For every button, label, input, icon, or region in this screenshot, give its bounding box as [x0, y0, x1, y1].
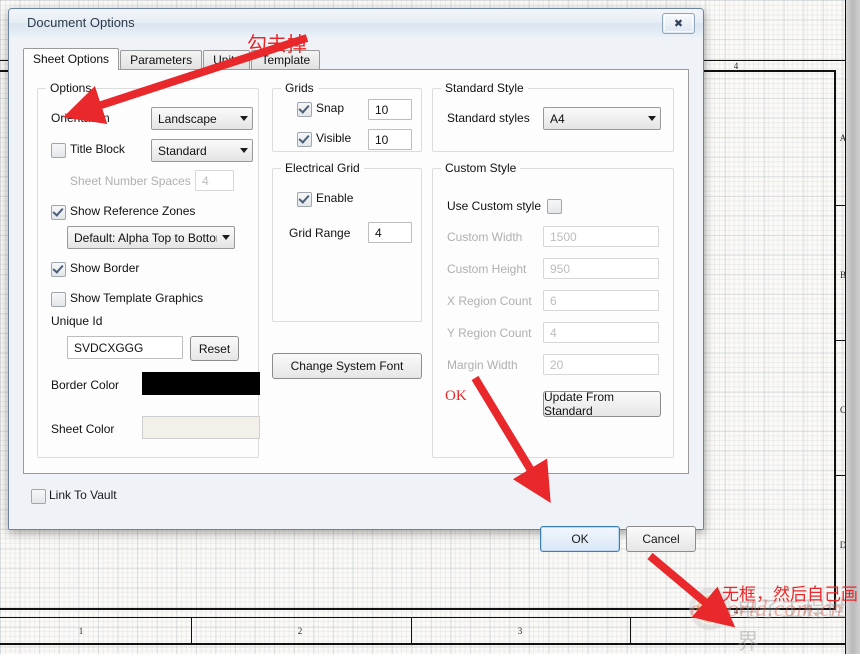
ref-col-label-top: 4: [733, 61, 739, 71]
zone-sep-3: [630, 618, 631, 644]
grid-range-label: Grid Range: [289, 226, 351, 240]
snap-input[interactable]: 10: [368, 99, 412, 120]
link-to-vault-checkbox[interactable]: [31, 489, 46, 504]
page-edge-shadow: [846, 0, 860, 654]
grid-range-input[interactable]: 4: [368, 222, 412, 243]
sheet-number-spaces-label: Sheet Number Spaces: [70, 174, 191, 188]
options-group: Options Orientation Landscape Title Bloc…: [37, 81, 260, 458]
zone-sep-2: [411, 618, 412, 644]
visible-label: Visible: [316, 131, 352, 145]
standard-style-group: Standard Style Standard styles A4: [432, 81, 674, 152]
title-block-combo-value: Standard: [158, 143, 207, 158]
close-icon[interactable]: ✖: [662, 13, 695, 34]
sheet-options-panel: Options Orientation Landscape Title Bloc…: [23, 69, 689, 474]
title-block-checkbox[interactable]: [51, 143, 66, 158]
orientation-label: Orientation: [51, 111, 110, 125]
reference-zone-style-value: Default: Alpha Top to Bottom: [74, 230, 217, 245]
margin-width-label: Margin Width: [447, 358, 518, 372]
use-custom-style-label: Use Custom style: [447, 199, 542, 213]
use-custom-style-checkbox[interactable]: [547, 199, 562, 214]
border-color-label: Border Color: [51, 378, 120, 392]
document-options-dialog: Document Options ✖ Sheet Options Paramet…: [8, 8, 704, 552]
change-system-font-button[interactable]: Change System Font: [272, 353, 422, 379]
title-block-label: Title Block: [70, 142, 125, 156]
dialog-titlebar[interactable]: Document Options ✖: [9, 9, 703, 38]
x-region-count-label: X Region Count: [447, 294, 532, 308]
dialog-title: Document Options: [27, 15, 135, 30]
zone-divider-ab: [834, 205, 846, 206]
margin-width-input[interactable]: 20: [543, 354, 659, 375]
custom-style-group: Custom Style Use Custom style Custom Wid…: [432, 161, 674, 458]
custom-width-label: Custom Width: [447, 230, 523, 244]
update-from-standard-button[interactable]: Update From Standard: [543, 390, 661, 418]
unique-id-input[interactable]: SVDCXGGG: [67, 336, 183, 359]
visible-input[interactable]: 10: [368, 129, 412, 150]
watermark-text: eeworld.com.cn: [690, 596, 843, 621]
reference-zone-style-combo[interactable]: Default: Alpha Top to Bottom: [67, 226, 235, 249]
electrical-grid-group: Electrical Grid Enable Grid Range 4: [272, 161, 422, 322]
standard-styles-combo[interactable]: A4: [543, 107, 661, 130]
sheet-number-spaces-input[interactable]: 4: [195, 170, 234, 191]
show-template-graphics-checkbox[interactable]: [51, 292, 66, 307]
electrical-grid-group-title: Electrical Grid: [281, 161, 364, 175]
tabstrip: Sheet Options Parameters Units Template: [23, 48, 321, 70]
border-color-swatch[interactable]: [142, 372, 260, 395]
chevron-down-icon: [235, 116, 252, 121]
tab-parameters[interactable]: Parameters: [120, 50, 203, 70]
zone-sep-1: [191, 618, 192, 644]
dialog-body: Sheet Options Parameters Units Template …: [9, 37, 703, 552]
unique-id-label: Unique Id: [51, 314, 103, 328]
zone-divider-cd: [834, 475, 846, 476]
tab-sheet-options[interactable]: Sheet Options: [23, 48, 120, 70]
snap-checkbox[interactable]: [297, 102, 312, 117]
x-region-count-input[interactable]: 6: [543, 290, 659, 311]
grids-group-title: Grids: [281, 81, 318, 95]
y-region-count-label: Y Region Count: [447, 326, 532, 340]
chevron-down-icon: [643, 116, 660, 121]
sheet-color-swatch[interactable]: [142, 416, 260, 439]
custom-height-input[interactable]: 950: [543, 258, 659, 279]
custom-style-group-title: Custom Style: [441, 161, 521, 175]
reset-button[interactable]: Reset: [190, 336, 239, 361]
link-to-vault-label: Link To Vault: [49, 488, 117, 502]
standard-styles-label: Standard styles: [447, 111, 530, 125]
show-template-graphics-label: Show Template Graphics: [70, 291, 204, 305]
chevron-down-icon: [235, 148, 252, 153]
sheet-color-label: Sheet Color: [51, 422, 115, 436]
title-block-combo[interactable]: Standard: [151, 139, 253, 162]
show-reference-zones-label: Show Reference Zones: [70, 204, 196, 218]
custom-width-input[interactable]: 1500: [543, 226, 659, 247]
ref-col-label-2: 2: [297, 626, 303, 636]
ok-button[interactable]: OK: [540, 526, 620, 552]
show-border-checkbox[interactable]: [51, 262, 66, 277]
ref-col-label-3: 3: [517, 626, 523, 636]
visible-checkbox[interactable]: [297, 132, 312, 147]
orientation-combo-value: Landscape: [158, 111, 217, 126]
y-region-count-input[interactable]: 4: [543, 322, 659, 343]
ref-col-label-1: 1: [78, 626, 84, 636]
show-reference-zones-checkbox[interactable]: [51, 205, 66, 220]
tab-template[interactable]: Template: [251, 50, 321, 70]
electrical-enable-label: Enable: [316, 191, 354, 205]
cancel-button[interactable]: Cancel: [626, 526, 696, 552]
sheet-frame-bottom2: [0, 643, 845, 645]
snap-label: Snap: [316, 101, 345, 115]
electrical-enable-checkbox[interactable]: [297, 192, 312, 207]
orientation-combo[interactable]: Landscape: [151, 107, 253, 130]
zone-divider-bc: [834, 340, 846, 341]
grids-group: Grids Snap 10 Visible 10: [272, 81, 422, 152]
show-border-label: Show Border: [70, 261, 140, 275]
standard-styles-value: A4: [550, 111, 565, 126]
options-group-title: Options: [46, 81, 96, 95]
tab-units[interactable]: Units: [203, 50, 251, 70]
custom-height-label: Custom Height: [447, 262, 527, 276]
standard-style-group-title: Standard Style: [441, 81, 528, 95]
chevron-down-icon: [217, 235, 234, 240]
